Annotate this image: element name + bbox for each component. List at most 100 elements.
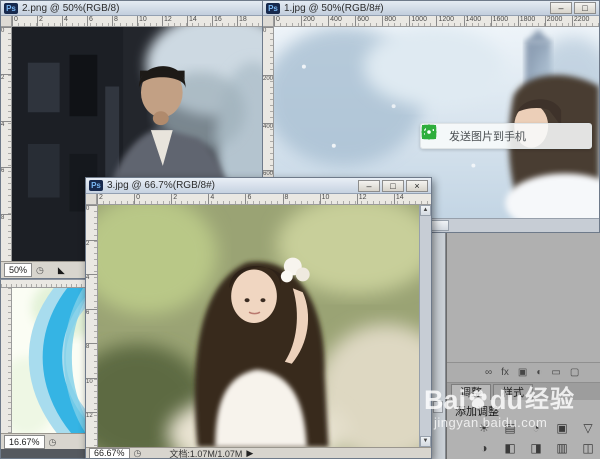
ruler-tick-label: 12 xyxy=(357,194,394,204)
photo-girl-white-dress xyxy=(98,205,419,447)
win3-vertical-scrollbar[interactable]: ▲ ▼ xyxy=(419,205,431,447)
win3-vertical-ruler[interactable]: 024681012 xyxy=(86,205,98,447)
photo-filter-icon[interactable]: ▥ xyxy=(549,439,575,459)
ruler-tick-label: 0 xyxy=(1,27,11,74)
ruler-tick-label: 10 xyxy=(320,194,357,204)
ruler-tick-label: 200 xyxy=(263,75,273,123)
ruler-tick-label: 6 xyxy=(87,16,112,26)
status-clock-icon: ◷ xyxy=(36,265,44,275)
ruler-tick-label: 14 xyxy=(187,16,212,26)
ruler-tick-label: 400 xyxy=(328,16,355,26)
photoshop-workspace: Ps 2.png @ 50%(RGB/8) 024681012141618 02… xyxy=(0,0,600,459)
ruler-tick-label: 1800 xyxy=(518,16,545,26)
win3-horizontal-ruler[interactable]: 202468101214 xyxy=(97,194,431,205)
win3-close-button[interactable]: × xyxy=(406,180,428,192)
levels-icon[interactable]: ▤ xyxy=(497,419,523,439)
dock-scroll-strip[interactable] xyxy=(432,233,446,459)
layers-list-area[interactable] xyxy=(447,233,600,363)
ruler-tick-label: 0 xyxy=(86,205,97,240)
ruler-tick-label: 2 xyxy=(171,194,208,204)
win2-zoom-field[interactable]: 50% xyxy=(4,263,32,277)
settings-icon[interactable] xyxy=(598,128,599,144)
ruler-tick-label: 4 xyxy=(62,16,87,26)
curves-icon[interactable]: ◔ xyxy=(523,419,549,439)
win3-titlebar[interactable]: Ps 3.jpg @ 66.7%(RGB/8#) – □ × xyxy=(86,178,431,194)
send-to-phone-toolbar[interactable]: 发送图片到手机 xyxy=(420,123,592,149)
scrollbar-thumb[interactable] xyxy=(433,401,443,413)
ruler-tick-label: 0 xyxy=(274,16,301,26)
document-window-4: 16.67% ◷ xyxy=(0,279,86,459)
win4-horizontal-ruler[interactable] xyxy=(1,280,85,288)
vibrance-icon[interactable]: ▽ xyxy=(575,419,600,439)
status-flag-icon: ◣ xyxy=(58,265,65,275)
share-icon[interactable] xyxy=(576,128,592,144)
win2-vertical-ruler[interactable]: 02468 xyxy=(1,27,12,261)
black-white-icon[interactable]: ◨ xyxy=(523,439,549,459)
win1-horizontal-ruler[interactable]: 0200400600800100012001400160018002000220… xyxy=(274,16,599,27)
ruler-tick-label: 8 xyxy=(283,194,320,204)
ruler-tick-label: 4 xyxy=(208,194,245,204)
document-size-info: 文档:1.07M/1.07M xyxy=(169,447,242,458)
status-expand-arrow-icon[interactable]: ▶ xyxy=(246,448,253,458)
win4-bottom-edge xyxy=(1,449,85,458)
win3-minimize-button[interactable]: – xyxy=(358,180,380,192)
win1-minimize-button[interactable]: – xyxy=(550,2,572,14)
panel-tabs: 调整 样式 xyxy=(447,383,600,400)
win3-maximize-button[interactable]: □ xyxy=(382,180,404,192)
layers-panel-buttons: ∞ fx ▣ ◐ ▭ ▢ xyxy=(447,363,600,383)
ruler-tick-label: 600 xyxy=(355,16,382,26)
send-to-phone-label[interactable]: 发送图片到手机 xyxy=(449,128,526,144)
exposure-icon[interactable]: ▣ xyxy=(549,419,575,439)
ruler-tick-label: 12 xyxy=(86,412,97,447)
scroll-up-arrow[interactable]: ▲ xyxy=(420,205,431,216)
ruler-tick-label: 2 xyxy=(97,194,134,204)
ruler-tick-label: 6 xyxy=(1,167,11,214)
hue-saturation-icon[interactable]: ◑ xyxy=(471,439,497,459)
layer-mask-icon[interactable]: ▣ xyxy=(518,367,527,379)
ruler-tick-label: 1200 xyxy=(436,16,463,26)
win4-vertical-ruler[interactable] xyxy=(1,288,12,433)
win1-maximize-button[interactable]: □ xyxy=(574,2,596,14)
ruler-tick-label: 4 xyxy=(86,274,97,309)
win3-zoom-field[interactable]: 66.67% xyxy=(89,448,130,459)
panel-dock: ∞fx▣◐▭▢ 调整 样式 添加调整 ☀▤◔▣▽◑◧◨▥◫ xyxy=(432,233,600,459)
brightness-contrast-icon[interactable]: ☀ xyxy=(471,419,497,439)
layer-style-fx-icon[interactable]: fx xyxy=(501,367,509,379)
expand-icon[interactable] xyxy=(532,128,548,144)
win3-ruler-corner xyxy=(86,194,97,205)
win1-titlebar[interactable]: Ps 1.jpg @ 50%(RGB/8#) – □ xyxy=(263,1,599,16)
ruler-tick-label: 18 xyxy=(237,16,262,26)
photoshop-doc-icon: Ps xyxy=(89,180,103,191)
win3-statusbar: 66.67% ◷ 文档:1.07M/1.07M ▶ xyxy=(86,447,431,458)
win4-canvas-abstract-photo[interactable] xyxy=(12,288,85,433)
status-clock-icon: ◷ xyxy=(49,437,57,447)
new-group-icon[interactable]: ▭ xyxy=(551,367,560,379)
win3-title: 3.jpg @ 66.7%(RGB/8#) xyxy=(107,180,354,191)
win3-canvas-girl-photo[interactable] xyxy=(98,205,419,447)
win4-zoom-field[interactable]: 16.67% xyxy=(4,435,45,449)
channel-mixer-icon[interactable]: ◫ xyxy=(575,439,600,459)
adjustment-layer-icon[interactable]: ◐ xyxy=(536,367,542,379)
tab-adjustments[interactable]: 调整 xyxy=(451,384,491,400)
save-icon[interactable] xyxy=(554,128,570,144)
win2-titlebar[interactable]: Ps 2.png @ 50%(RGB/8) xyxy=(1,1,262,16)
ruler-tick-label: 800 xyxy=(382,16,409,26)
new-layer-icon[interactable]: ▢ xyxy=(570,367,579,379)
link-layers-icon[interactable]: ∞ xyxy=(485,367,492,379)
ruler-tick-label: 0 xyxy=(12,16,37,26)
ruler-tick-label: 1600 xyxy=(491,16,518,26)
ruler-tick-label: 1400 xyxy=(464,16,491,26)
ruler-tick-label: 12 xyxy=(162,16,187,26)
ruler-tick-label: 2200 xyxy=(572,16,599,26)
win4-statusbar: 16.67% ◷ xyxy=(1,433,85,449)
status-clock-icon: ◷ xyxy=(134,448,142,458)
scroll-down-arrow[interactable]: ▼ xyxy=(420,436,431,447)
tab-styles[interactable]: 样式 xyxy=(493,384,533,400)
win2-horizontal-ruler[interactable]: 024681012141618 xyxy=(12,16,262,27)
ruler-tick-label: 10 xyxy=(86,378,97,413)
layers-adjustments-panel: ∞fx▣◐▭▢ 调整 样式 添加调整 ☀▤◔▣▽◑◧◨▥◫ xyxy=(446,233,600,459)
color-balance-icon[interactable]: ◧ xyxy=(497,439,523,459)
photoshop-doc-icon: Ps xyxy=(4,3,18,14)
ruler-tick-label: 8 xyxy=(1,214,11,261)
ruler-tick-label: 16 xyxy=(212,16,237,26)
